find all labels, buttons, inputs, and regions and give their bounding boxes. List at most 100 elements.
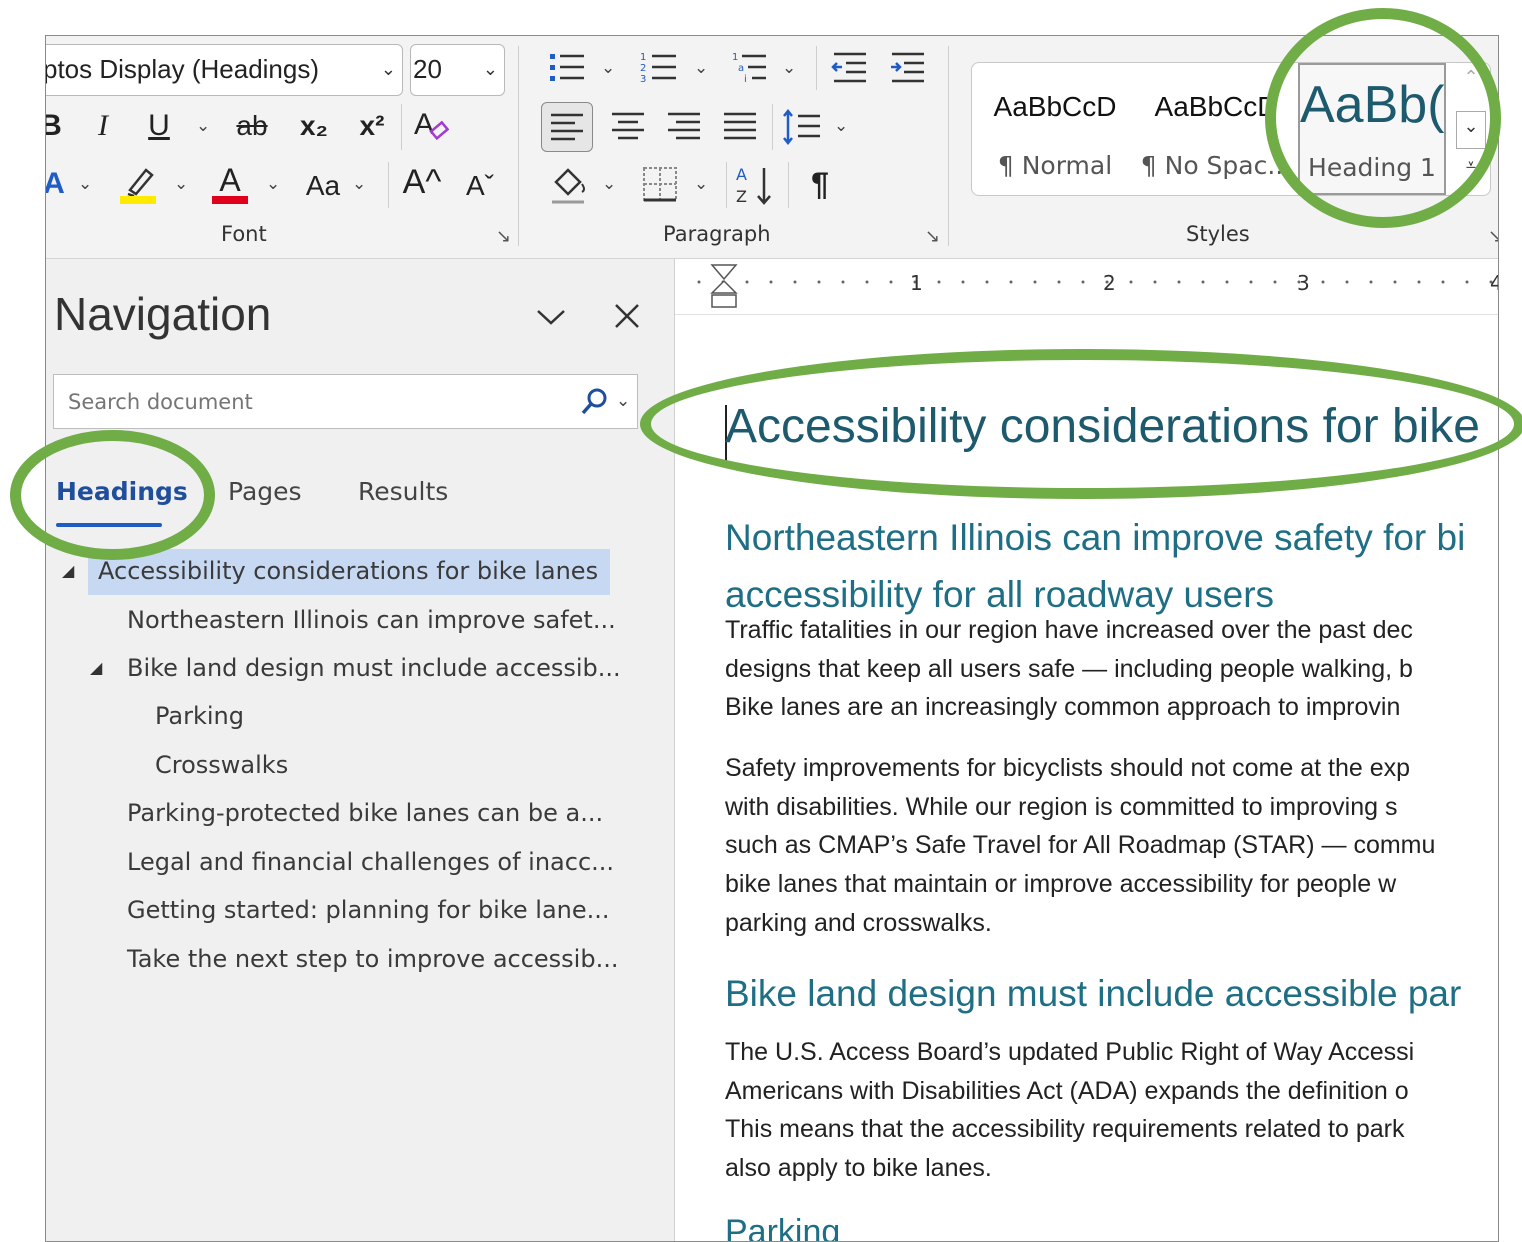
ruler-tick [1345, 280, 1349, 284]
paragraph-line[interactable]: with disabilities. While our region is c… [725, 788, 1397, 827]
multilevel-list-button[interactable]: 1ai [728, 48, 772, 88]
increase-indent-button[interactable] [886, 48, 930, 88]
subscript-button[interactable]: x₂ [294, 106, 334, 146]
style-normal[interactable]: AaBbCcD ¶ Normal [976, 63, 1134, 195]
chevron-down-icon[interactable]: ⌄ [616, 391, 630, 411]
font-name-combobox[interactable]: ptos Display (Headings) ⌄ [46, 44, 403, 96]
heading-item[interactable]: Legal and financial challenges of inacc.… [127, 848, 614, 876]
sort-button[interactable]: A Z [734, 160, 778, 210]
pane-options-button[interactable] [534, 299, 568, 333]
paragraph-line[interactable]: Traffic fatalities in our region have in… [725, 611, 1413, 650]
tab-headings[interactable]: Headings [56, 477, 188, 506]
paragraph-line[interactable]: such as CMAP’s Safe Travel for All Roadm… [725, 826, 1435, 865]
chevron-down-icon[interactable]: ⌄ [483, 45, 498, 93]
heading-2[interactable]: Bike land design must include accessible… [725, 965, 1461, 1023]
collapse-triangle-icon[interactable]: ◢ [90, 658, 102, 677]
chevron-down-icon[interactable]: ⌄ [78, 174, 92, 194]
superscript-button[interactable]: x² [352, 106, 392, 146]
paragraph-line[interactable]: bike lanes that maintain or improve acce… [725, 865, 1396, 904]
close-pane-button[interactable] [610, 299, 644, 333]
chevron-down-icon[interactable]: ⌄ [196, 116, 210, 136]
chevron-down-icon[interactable]: ⌄ [694, 174, 708, 194]
chevron-down-icon[interactable]: ⌄ [266, 174, 280, 194]
search-input[interactable] [66, 383, 550, 421]
heading-item[interactable]: Take the next step to improve accessib..… [127, 945, 618, 973]
styles-gallery: AaBbCcD ¶ Normal AaBbCcD ¶ No Spac... Aa… [971, 62, 1491, 196]
gallery-more-icon[interactable]: ⩡ [1456, 155, 1486, 193]
chevron-down-icon[interactable]: ⌄ [834, 116, 848, 136]
clear-formatting-button[interactable]: A [410, 104, 454, 157]
paragraph-line[interactable]: Americans with Disabilities Act (ADA) ex… [725, 1072, 1409, 1111]
chevron-down-icon[interactable]: ⌄ [381, 45, 396, 93]
paragraph-line[interactable]: parking and crosswalks. [725, 904, 992, 943]
styles-group-label: Styles [1186, 222, 1250, 246]
collapse-triangle-icon[interactable]: ◢ [62, 561, 74, 580]
font-color-button[interactable]: A [212, 160, 252, 206]
bullets-button[interactable] [546, 48, 590, 88]
styles-dialog-launcher-icon[interactable]: ↘ [1488, 226, 1498, 247]
style-name-label: Heading 1 [1308, 153, 1436, 182]
gallery-scroll-up-icon[interactable]: ⌃ [1456, 67, 1486, 107]
chevron-down-icon[interactable]: ⌄ [352, 174, 366, 194]
horizontal-ruler[interactable]: 1 2 3 4 [675, 259, 1498, 315]
chevron-down-icon[interactable]: ⌄ [694, 58, 708, 78]
decrease-indent-button[interactable] [828, 48, 872, 88]
style-no-spacing[interactable]: AaBbCcD ¶ No Spac... [1140, 63, 1292, 195]
font-size-combobox[interactable]: 20 ⌄ [410, 44, 505, 96]
shading-button[interactable] [546, 162, 590, 208]
italic-button[interactable]: I [86, 106, 120, 146]
justify-button[interactable] [718, 104, 762, 150]
paragraph-line[interactable]: Bike lanes are an increasingly common ap… [725, 688, 1400, 727]
heading-item[interactable]: Accessibility considerations for bike la… [98, 557, 598, 585]
search-document-box[interactable]: ⌄ [53, 374, 638, 429]
heading-item[interactable]: Bike land design must include accessib..… [127, 654, 621, 682]
borders-button[interactable] [638, 162, 682, 208]
align-left-button[interactable] [541, 102, 593, 152]
tab-pages[interactable]: Pages [228, 477, 302, 506]
show-formatting-marks-button[interactable]: ¶ [798, 164, 842, 204]
heading-2-line[interactable]: Northeastern Illinois can improve safety… [725, 509, 1465, 567]
heading-item[interactable]: Parking-protected bike lanes can be a... [127, 799, 603, 827]
shrink-font-button[interactable]: Aˇ [460, 166, 500, 206]
align-right-button[interactable] [662, 104, 706, 150]
font-dialog-launcher-icon[interactable]: ↘ [496, 226, 511, 247]
text-effects-button[interactable]: A [46, 164, 66, 204]
center-button[interactable] [606, 104, 650, 150]
ruler-tick [1465, 280, 1469, 284]
bold-button[interactable]: B [46, 106, 66, 146]
chevron-down-icon[interactable]: ⌄ [601, 58, 615, 78]
change-case-button[interactable]: Aa [301, 166, 345, 206]
svg-text:a: a [738, 63, 744, 74]
tab-results[interactable]: Results [358, 477, 448, 506]
gallery-scroll-down-icon[interactable]: ⌄ [1456, 111, 1486, 149]
document-title[interactable]: Accessibility considerations for bike [725, 399, 1480, 454]
svg-text:A: A [414, 108, 434, 141]
heading-item[interactable]: Parking [155, 702, 244, 730]
search-button[interactable] [578, 385, 612, 419]
underline-button[interactable]: U [142, 106, 176, 146]
chevron-down-icon[interactable]: ⌄ [602, 174, 616, 194]
paragraph-line[interactable]: Safety improvements for bicyclists shoul… [725, 749, 1410, 788]
paragraph-line[interactable]: The U.S. Access Board’s updated Public R… [725, 1033, 1414, 1072]
indent-marker-icon[interactable] [709, 263, 739, 311]
paragraph-dialog-launcher-icon[interactable]: ↘ [925, 226, 940, 247]
heading-item[interactable]: Getting started: planning for bike lane.… [127, 896, 610, 924]
chevron-down-icon[interactable]: ⌄ [782, 58, 796, 78]
heading-item[interactable]: Crosswalks [155, 751, 288, 779]
paragraph-line[interactable]: also apply to bike lanes. [725, 1149, 992, 1188]
paragraph-line[interactable]: designs that keep all users safe — inclu… [725, 650, 1413, 689]
paragraph-line[interactable]: This means that the accessibility requir… [725, 1110, 1404, 1149]
ruler-number: 1 [910, 271, 923, 295]
grow-font-button[interactable]: A^ [400, 162, 444, 202]
ruler-tick [817, 280, 821, 284]
document-canvas[interactable]: 1 2 3 4 Accessibility considerations for… [675, 259, 1498, 1241]
strikethrough-button[interactable]: ab [232, 106, 272, 146]
chevron-down-icon[interactable]: ⌄ [174, 174, 188, 194]
numbering-button[interactable]: 123 [638, 48, 682, 88]
svg-text:A: A [736, 165, 747, 184]
style-heading-1[interactable]: AaBb( Heading 1 [1298, 63, 1446, 195]
line-spacing-button[interactable] [780, 104, 824, 150]
heading-item[interactable]: Northeastern Illinois can improve safet.… [127, 606, 616, 634]
highlight-color-button[interactable] [118, 162, 162, 206]
heading-3[interactable]: Parking [725, 1203, 840, 1241]
